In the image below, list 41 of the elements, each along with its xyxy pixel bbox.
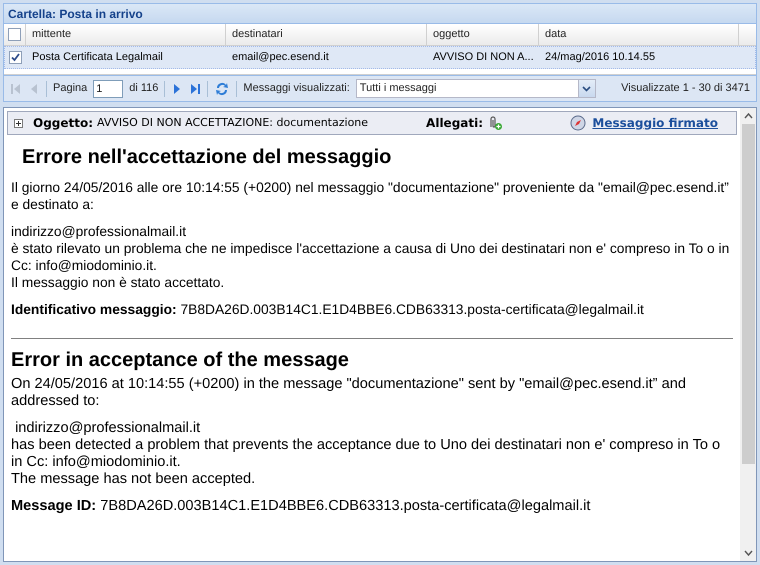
folder-title: Cartella: Posta in arrivo <box>8 6 143 22</box>
section-heading: Errore nell'accettazione del messaggio <box>21 145 392 169</box>
filter-label: Messaggi visualizzati: <box>243 81 350 96</box>
section-heading: Error in acceptance of the message <box>11 348 350 372</box>
scrollbar-thumb[interactable] <box>742 124 754 464</box>
chevron-down-icon <box>582 86 592 92</box>
results-summary: Visualizzate 1 - 30 di 3471 <box>621 81 750 96</box>
checkbox[interactable] <box>9 51 22 64</box>
filter-dropdown[interactable]: Tutti i messaggi <box>356 79 596 98</box>
page-count: di 116 <box>129 81 158 96</box>
column-header[interactable]: oggetto <box>427 24 539 45</box>
message-text: has been detected a problem that prevents the acceptance due to Uno dei destinatari non e' compreso in To o in Cc: info@miodominio.it. <box>11 437 722 471</box>
compass-icon <box>570 115 586 131</box>
message-text: Il messaggio non è stato accettato. <box>11 274 226 291</box>
message-text: Il giorno 24/05/2016 alle ore 10:14:55 (+0200) nel messaggio "documentazione" proveniente da "email@pec.esend.it” e destinato a: <box>11 179 730 213</box>
message-text: indirizzo@professionalmail.it <box>14 420 202 437</box>
signed-message-link[interactable]: Messaggio firmato <box>592 114 718 132</box>
page-label: Pagina <box>53 81 88 96</box>
message-text: Identificativo messaggio: 7B8DA26D.003B14C1.E1D4BBE6.CDB63313.posta-certificata@legalmail.it <box>11 301 645 318</box>
subject-text: AVVISO DI NON ACCETTAZIONE: documentazione <box>97 114 368 131</box>
vertical-scrollbar[interactable] <box>740 108 756 561</box>
column-header[interactable]: mittente <box>26 24 226 45</box>
checkbox[interactable] <box>8 28 21 41</box>
column-header[interactable]: destinatari <box>226 24 427 45</box>
page-field[interactable]: 1 <box>93 80 124 98</box>
table-cell-text: AVVISO DI NON A... <box>433 50 534 66</box>
last-page-icon[interactable] <box>189 82 202 94</box>
message-text: indirizzo@professionalmail.it <box>11 223 188 240</box>
subject-label: Oggetto: <box>33 115 94 132</box>
message-text: The message has not been accepted. <box>11 471 256 488</box>
message-text: On 24/05/2016 at 10:14:55 (+0200) in the message "documentazione" sent by "email@pec.esend.it” and addressed to: <box>11 376 687 410</box>
message-text: è stato rilevato un problema che ne impedisce l'accettazione a causa di Uno dei destinatari non e' compreso in To o in Cc: info@miodominio.it. <box>11 240 730 274</box>
refresh-icon[interactable] <box>214 80 230 96</box>
attachments-label: Allegati: <box>426 115 484 132</box>
table-cell-text: Posta Certificata Legalmail <box>32 50 163 66</box>
table-row[interactable]: Posta Certificata Legalmail email@pec.esend.it AVVISO DI NON A... 24/mag/2016 10.14.55 <box>4 46 756 69</box>
table-cell-text: 24/mag/2016 10.14.55 <box>545 50 656 66</box>
column-header[interactable]: data <box>539 24 739 45</box>
expand-icon[interactable] <box>14 118 23 128</box>
table-cell-text: email@pec.esend.it <box>232 50 329 66</box>
message-text: Message ID: 7B8DA26D.003B14C1.E1D4BBE6.CDB63313.posta-certificata@legalmail.it <box>11 498 592 515</box>
